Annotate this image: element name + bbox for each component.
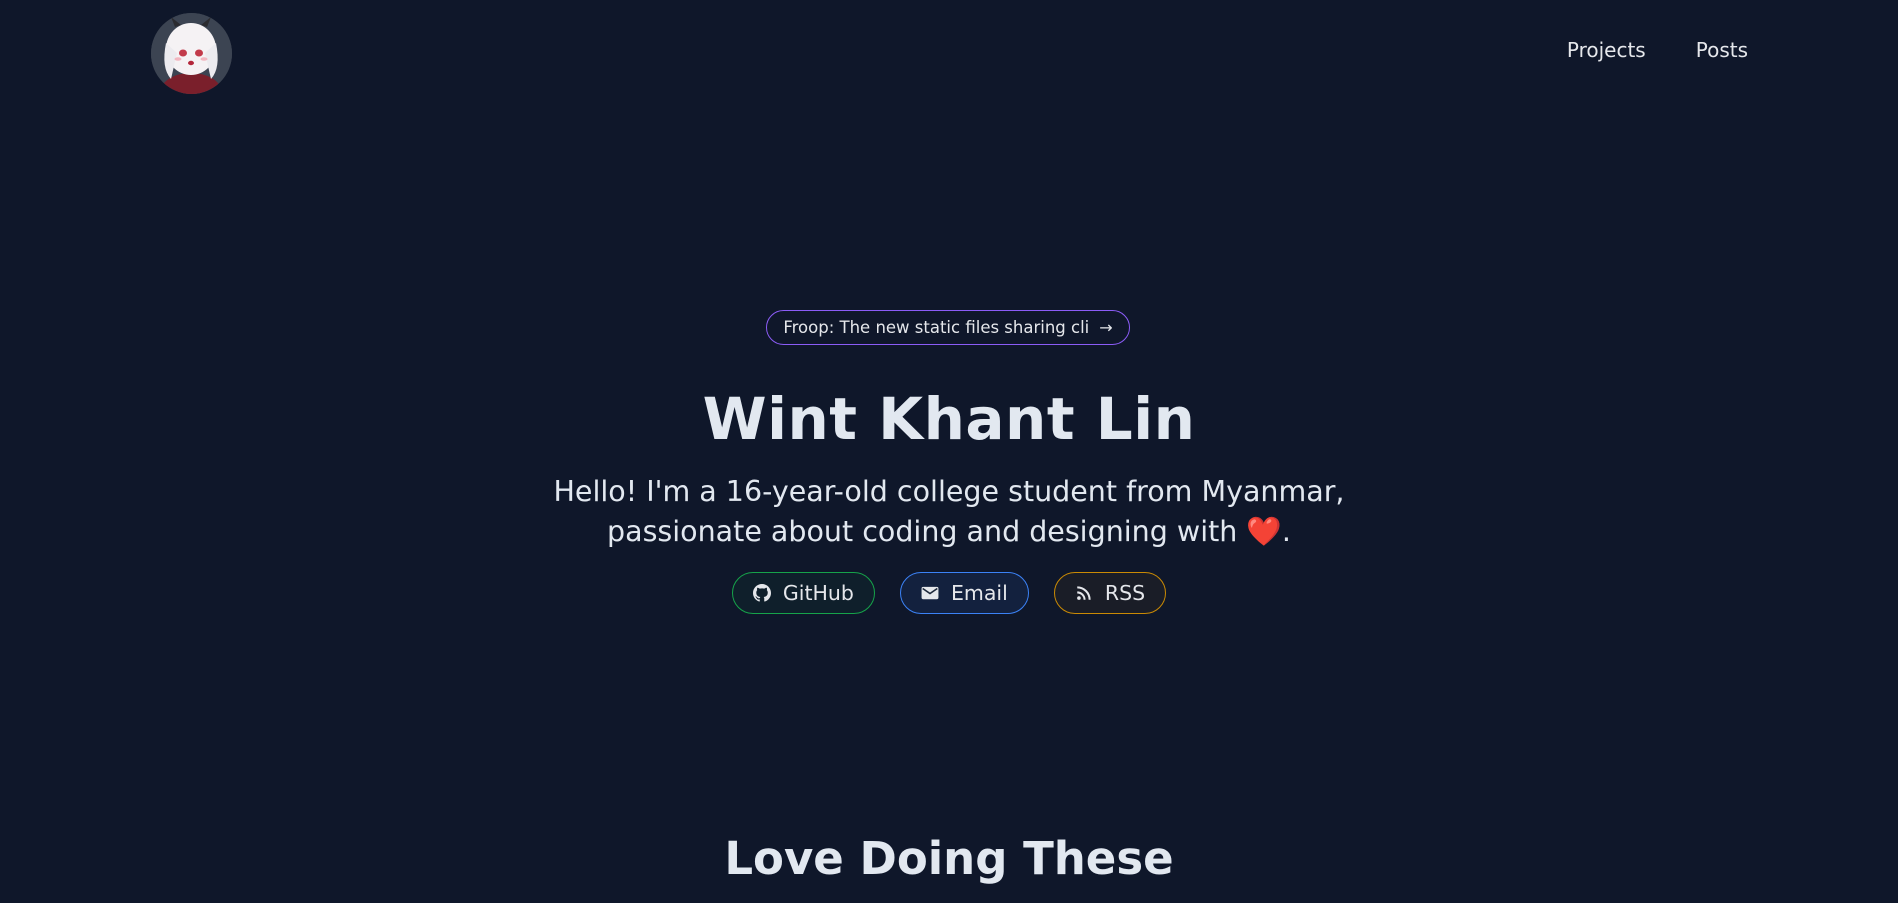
email-button[interactable]: Email (899, 572, 1029, 614)
section-title-love-doing: Love Doing These (724, 832, 1174, 885)
avatar-image (151, 13, 232, 94)
bio-line-2: passionate about coding and designing wi… (0, 512, 1898, 552)
bio-text: Hello! I'm a 16-year-old college student… (0, 472, 1898, 552)
bio-line-1: Hello! I'm a 16-year-old college student… (553, 475, 1345, 508)
page: Projects Posts Froop: The new static fil… (0, 0, 1898, 903)
rss-icon (1076, 586, 1091, 600)
mail-icon (921, 586, 939, 600)
nav-link-projects[interactable]: Projects (1567, 38, 1646, 62)
bio-line-2-suffix: . (1281, 515, 1291, 548)
github-label: GitHub (782, 581, 854, 605)
page-title: Wint Khant Lin (702, 385, 1196, 453)
rss-label: RSS (1104, 581, 1146, 605)
github-icon (752, 584, 771, 602)
social-links: GitHub Email RSS (0, 572, 1898, 614)
heart-icon: ❤️ (1246, 515, 1282, 548)
announcement-text: Froop: The new static files sharing cli (783, 318, 1090, 337)
arrow-right-icon: → (1099, 318, 1113, 337)
main-nav: Projects Posts (1567, 38, 1748, 62)
bio-line-2-text: passionate about coding and designing wi… (607, 515, 1247, 548)
avatar[interactable] (151, 13, 232, 94)
announcement-pill[interactable]: Froop: The new static files sharing cli … (766, 310, 1130, 345)
nav-link-posts[interactable]: Posts (1696, 38, 1748, 62)
github-button[interactable]: GitHub (731, 572, 875, 614)
rss-button[interactable]: RSS (1053, 572, 1167, 614)
email-label: Email (950, 581, 1008, 605)
